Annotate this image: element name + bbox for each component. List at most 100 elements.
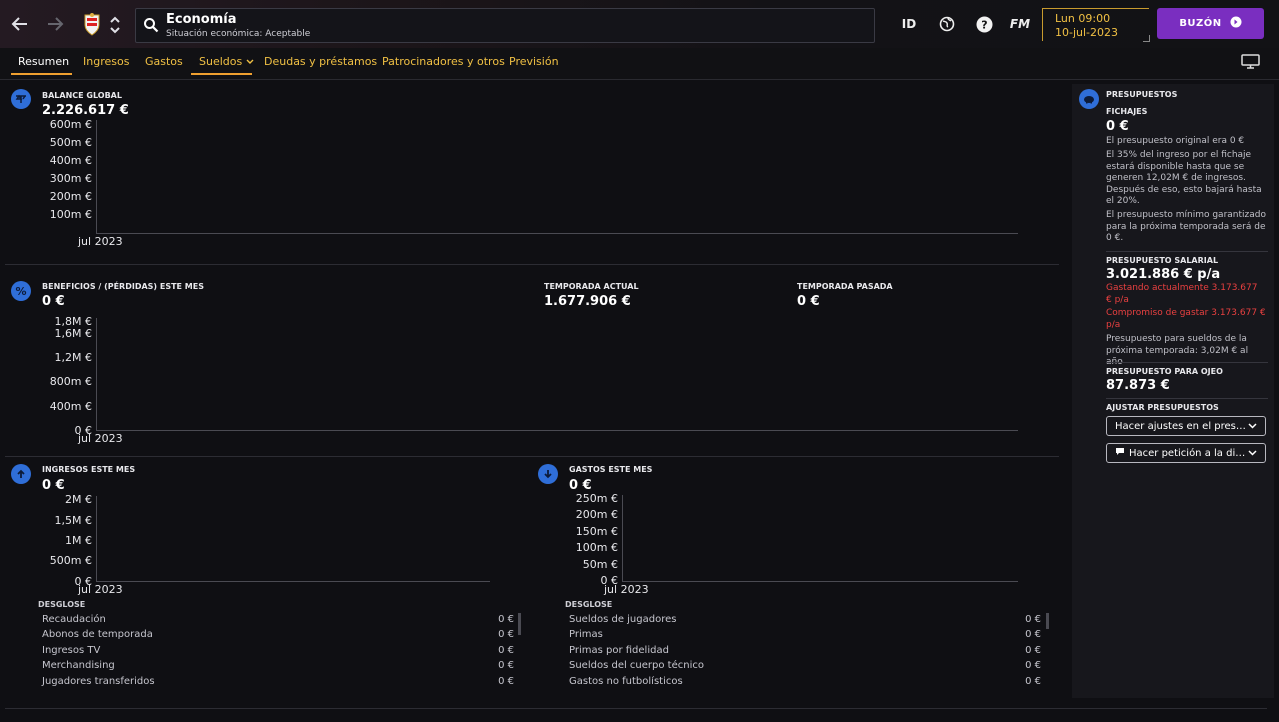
arrow-up-icon (11, 464, 31, 484)
expenses-row-value: 0 € (1025, 645, 1041, 656)
expenses-breakdown-label: DESGLOSE (565, 600, 613, 609)
percent-icon: % (11, 281, 31, 301)
expenses-row-name: Sueldos de jugadores (569, 614, 677, 625)
balance-icon (11, 89, 31, 109)
profit-x-label: jul 2023 (78, 432, 123, 445)
monitor-icon[interactable] (1241, 54, 1260, 73)
income-row-value: 0 € (498, 645, 514, 656)
expenses-label: GASTOS ESTE MES (569, 465, 653, 474)
expenses-x-label: jul 2023 (604, 583, 649, 596)
income-x-label: jul 2023 (78, 583, 123, 596)
chevron-down-icon (246, 55, 254, 68)
speech-bubble-icon (1115, 447, 1125, 459)
inbox-label: BUZÓN (1179, 18, 1222, 29)
adjust-budget-dropdown[interactable]: Hacer ajustes en el presupuesto (1106, 416, 1266, 436)
help-icon[interactable]: ? (973, 14, 995, 34)
fm-label: FM (1009, 17, 1031, 31)
tab-sueldos-underline (191, 73, 252, 75)
expenses-row-name: Sueldos del cuerpo técnico (569, 660, 704, 671)
income-breakdown-label: DESGLOSE (38, 600, 86, 609)
income-tick: 1M € (65, 534, 92, 547)
tab-ingresos[interactable]: Ingresos (83, 55, 129, 68)
scouting-budget-label: PRESUPUESTO PARA OJEO (1106, 367, 1223, 376)
expenses-row-name: Gastos no futbolísticos (569, 676, 683, 687)
clock-time: Lun 09:00 (1055, 12, 1111, 25)
divider (5, 708, 1267, 709)
tab-deudas[interactable]: Deudas y préstamos (264, 55, 377, 68)
income-row-name: Recaudación (42, 614, 106, 625)
divider (1106, 251, 1268, 252)
income-y-axis (96, 496, 97, 581)
scouting-budget-value: 87.873 € (1106, 378, 1170, 393)
tab-patrocinadores[interactable]: Patrocinadores y otros (382, 55, 505, 68)
id-label: ID (901, 17, 917, 31)
expenses-value: 0 € (569, 478, 592, 493)
tab-sueldos-label: Sueldos (199, 55, 243, 68)
chevron-down-icon (1248, 448, 1257, 459)
income-tick: 500m € (49, 554, 92, 567)
expenses-row-name: Primas por fidelidad (569, 645, 669, 656)
transfers-note: El presupuesto original era 0 € (1106, 136, 1245, 146)
tab-resumen-underline (11, 73, 72, 75)
wage-budget-value: 3.021.886 € p/a (1106, 267, 1221, 282)
clock-corner-decoration (1143, 35, 1150, 42)
globe-icon[interactable] (936, 14, 958, 34)
scrollbar[interactable] (518, 613, 521, 635)
page-subtitle: Situación económica: Aceptable (166, 29, 311, 39)
expenses-tick: 50m € (582, 558, 618, 571)
expenses-x-axis (622, 581, 1018, 582)
current-season-value: 1.677.906 € (544, 294, 631, 309)
balance-tick: 600m € (49, 118, 92, 131)
scrollbar[interactable] (1046, 613, 1049, 629)
inbox-button[interactable]: BUZÓN (1157, 8, 1264, 39)
transfers-value: 0 € (1106, 119, 1129, 134)
club-crest-icon[interactable] (82, 12, 102, 36)
profit-tick: 800m € (49, 375, 92, 388)
last-season-label: TEMPORADA PASADA (797, 282, 893, 291)
income-row-name: Jugadores transferidos (42, 676, 155, 687)
income-tick: 1,5M € (54, 514, 92, 527)
board-request-text: Hacer petición a la directiva (1129, 447, 1248, 459)
wage-next-season: Presupuesto para sueldos de la próxima t… (1106, 334, 1249, 367)
svg-text:?: ? (981, 18, 987, 31)
balance-x-axis (96, 233, 1018, 234)
income-label: INGRESOS ESTE MES (42, 465, 136, 474)
expenses-tick: 150m € (575, 525, 618, 538)
profit-tick: 1,2M € (54, 351, 92, 364)
board-request-dropdown[interactable]: Hacer petición a la directiva (1106, 443, 1266, 463)
wage-budget-label: PRESUPUESTO SALARIAL (1106, 256, 1219, 265)
id-icon[interactable]: ID (898, 14, 920, 34)
budgets-panel: PRESUPUESTOS FICHAJES 0 € El presupuesto… (1072, 84, 1274, 698)
game-clock[interactable]: Lun 09:00 10-jul-2023 (1042, 8, 1150, 42)
tab-prevision[interactable]: Previsión (509, 55, 559, 68)
wage-spending-warning: Gastando actualmente 3.173.677 € p/a (1106, 283, 1258, 305)
fm-logo-icon[interactable]: FM (1009, 14, 1031, 34)
income-row-name: Merchandising (42, 660, 115, 671)
adjust-budget-text: Hacer ajustes en el presupuesto (1115, 420, 1248, 432)
search-icon (143, 17, 159, 36)
income-row-value: 0 € (498, 676, 514, 687)
balance-tick: 100m € (49, 208, 92, 221)
expenses-row-value: 0 € (1025, 629, 1041, 640)
tab-gastos[interactable]: Gastos (145, 55, 183, 68)
tab-resumen[interactable]: Resumen (18, 55, 69, 68)
current-season-label: TEMPORADA ACTUAL (544, 282, 639, 291)
profit-value: 0 € (42, 294, 65, 309)
search-bar[interactable]: Economía Situación económica: Aceptable (135, 8, 875, 43)
expenses-row-name: Primas (569, 629, 603, 640)
divider (1106, 398, 1268, 399)
page-title: Economía (166, 12, 237, 27)
clock-date: 10-jul-2023 (1055, 26, 1119, 39)
tab-sueldos[interactable]: Sueldos (199, 55, 254, 68)
forward-icon[interactable] (41, 10, 69, 38)
back-icon[interactable] (6, 10, 34, 38)
expenses-tick: 200m € (575, 508, 618, 521)
balance-label: BALANCE GLOBAL (42, 91, 122, 100)
income-row-name: Abonos de temporada (42, 629, 153, 640)
arrow-down-icon (538, 464, 558, 484)
up-down-arrows-icon[interactable] (108, 14, 122, 36)
profit-y-axis (96, 318, 97, 430)
expenses-y-axis (622, 495, 623, 581)
last-season-value: 0 € (797, 294, 820, 309)
income-row-value: 0 € (498, 614, 514, 625)
